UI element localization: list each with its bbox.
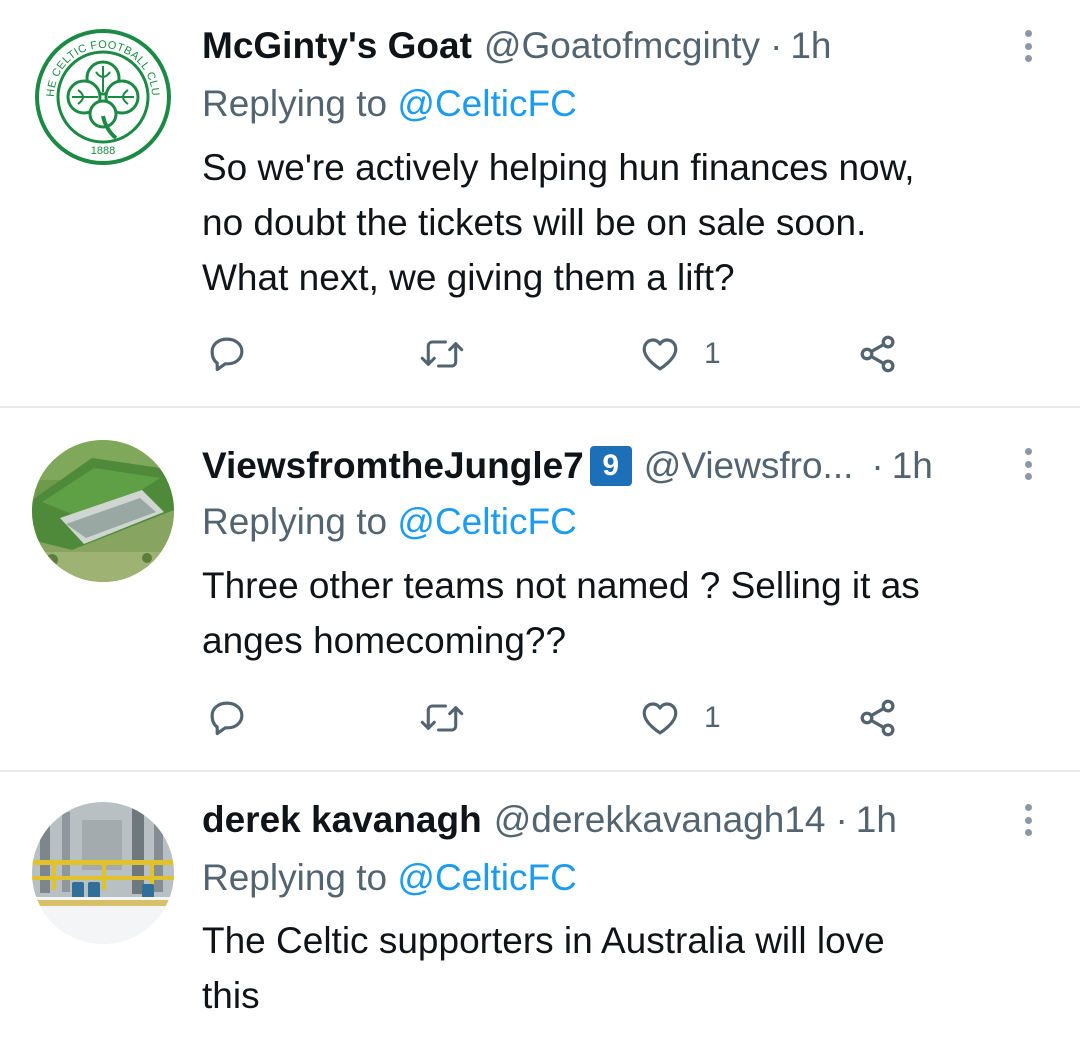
- timestamp[interactable]: 1h: [790, 24, 831, 68]
- tweet-1[interactable]: THE CELTIC FOOTBALL CLUB 1888 McGinty's: [0, 0, 1080, 407]
- replying-prefix: Replying to: [202, 83, 398, 124]
- like-count: 1: [704, 701, 721, 734]
- user-handle[interactable]: @Goatofmcginty: [484, 24, 760, 68]
- tweet-text-line: What next, we giving them a lift?: [202, 257, 735, 298]
- retweet-icon: [420, 340, 464, 368]
- avatar[interactable]: [32, 440, 174, 582]
- share-icon: [860, 335, 895, 373]
- separator: ·: [835, 799, 848, 840]
- tweet-2[interactable]: ViewsfromtheJungle7 9 @Viewsfro... · 1h …: [0, 408, 1080, 770]
- timestamp[interactable]: 1h: [892, 444, 933, 488]
- tweet-text-line: So we're actively helping hun finances n…: [202, 147, 915, 188]
- avatar[interactable]: [32, 802, 174, 944]
- tweet-text-line: The Celtic supporters in Australia will …: [202, 920, 885, 961]
- separator: ·: [770, 25, 783, 66]
- more-options-icon[interactable]: [1014, 800, 1042, 840]
- display-name[interactable]: ViewsfromtheJungle7: [202, 444, 584, 488]
- more-options-icon[interactable]: [1014, 444, 1042, 484]
- user-handle[interactable]: @Viewsfro...: [644, 444, 854, 488]
- industrial-plant-avatar-icon: [32, 802, 174, 944]
- replying-to-mention[interactable]: @CelticFC: [397, 83, 576, 124]
- replying-prefix: Replying to: [202, 857, 398, 898]
- celtic-crest-avatar-icon: THE CELTIC FOOTBALL CLUB 1888: [32, 26, 174, 168]
- share-icon: [860, 699, 895, 737]
- replying-to-mention[interactable]: @CelticFC: [397, 857, 576, 898]
- tweet-text: So we're actively helping hun finances n…: [202, 140, 1052, 305]
- share-button[interactable]: [856, 329, 900, 379]
- user-handle[interactable]: @derekkavanagh14: [494, 798, 826, 842]
- like-button[interactable]: 1: [638, 329, 721, 379]
- tweet-actions: 1: [202, 693, 922, 743]
- number-badge: 9: [589, 446, 632, 486]
- retweet-button[interactable]: [418, 329, 466, 379]
- avatar[interactable]: THE CELTIC FOOTBALL CLUB 1888: [32, 26, 174, 168]
- heart-icon: [642, 338, 678, 371]
- replying-to: Replying to @CelticFC: [202, 856, 577, 900]
- replying-to-mention[interactable]: @CelticFC: [397, 501, 576, 542]
- tweet-text-line: anges homecoming??: [202, 620, 567, 661]
- tweet-actions: 1: [202, 329, 922, 379]
- tweet-text: The Celtic supporters in Australia will …: [202, 913, 1052, 1023]
- heart-icon: [642, 702, 678, 735]
- timestamp[interactable]: 1h: [856, 798, 897, 842]
- tweet-header: ViewsfromtheJungle7 9 @Viewsfro... · 1h: [202, 444, 933, 488]
- tweet-text: Three other teams not named ? Selling it…: [202, 558, 1052, 668]
- more-options-icon[interactable]: [1014, 26, 1042, 66]
- tweet-text-line: Three other teams not named ? Selling it…: [202, 565, 920, 606]
- reply-icon: [210, 701, 244, 736]
- like-button[interactable]: 1: [638, 693, 721, 743]
- reply-icon: [210, 337, 244, 372]
- like-count: 1: [704, 337, 721, 370]
- tweet-header: derek kavanagh @derekkavanagh14 · 1h: [202, 798, 897, 842]
- tweet-text-line: this: [202, 975, 260, 1016]
- tweet-3[interactable]: derek kavanagh @derekkavanagh14 · 1h Rep…: [0, 772, 1080, 1037]
- share-button[interactable]: [856, 693, 900, 743]
- replying-to: Replying to @CelticFC: [202, 500, 577, 544]
- reply-button[interactable]: [206, 329, 248, 379]
- retweet-icon: [420, 704, 464, 732]
- display-name[interactable]: derek kavanagh: [202, 798, 482, 842]
- replying-to: Replying to @CelticFC: [202, 82, 577, 126]
- tweet-text-line: no doubt the tickets will be on sale soo…: [202, 202, 867, 243]
- tweet-header: McGinty's Goat @Goatofmcginty · 1h: [202, 24, 832, 68]
- crest-year: 1888: [91, 145, 115, 157]
- retweet-button[interactable]: [418, 693, 466, 743]
- display-name[interactable]: McGinty's Goat: [202, 24, 472, 68]
- stadium-aerial-avatar-icon: [32, 440, 174, 582]
- replying-prefix: Replying to: [202, 501, 398, 542]
- reply-button[interactable]: [206, 693, 248, 743]
- separator: ·: [871, 445, 884, 486]
